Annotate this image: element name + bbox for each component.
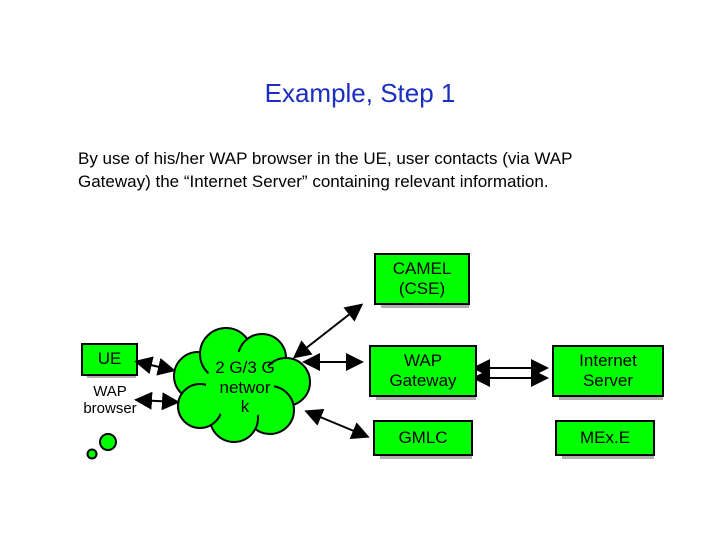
inet-l1: Internet [579,351,637,371]
inet-l2: Server [583,371,633,391]
gmlc-label: GMLC [398,428,447,448]
inet-box: Internet Server [552,345,664,397]
diagram-svg [0,0,720,540]
mexe-box: MEx.E [555,420,655,456]
wapgw-box: WAP Gateway [369,345,477,397]
gmlc-box: GMLC [373,420,473,456]
cloud-l1: 2 G/3 G [215,358,275,377]
wapgw-l1: WAP [404,351,442,371]
mexe-label: MEx.E [580,428,630,448]
wapgw-l2: Gateway [389,371,456,391]
cloud-l3: k [241,397,250,416]
cloud-l2: networ [219,378,270,397]
cloud-label: 2 G/3 G networ k [205,358,285,417]
